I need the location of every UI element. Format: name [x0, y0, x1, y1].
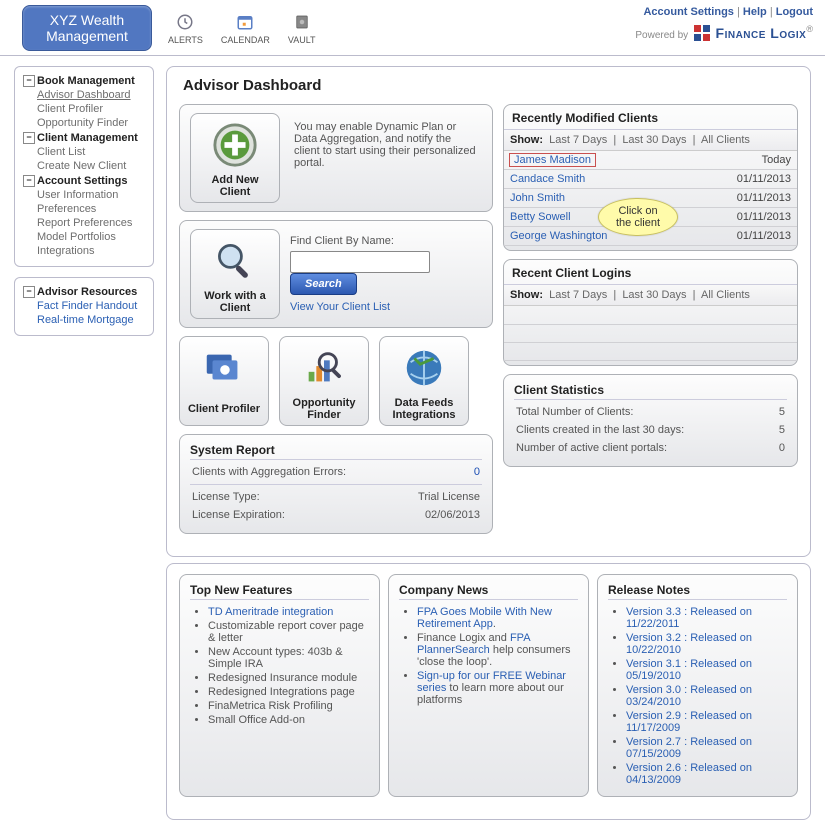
sidebar-item-report-prefs[interactable]: Report Preferences — [23, 216, 145, 230]
finance-logix-icon — [694, 25, 710, 41]
search-button[interactable]: Search — [290, 273, 357, 295]
filter-all[interactable]: All Clients — [701, 134, 750, 146]
group-account[interactable]: Account Settings — [23, 175, 145, 187]
sidebar-item-opportunity-finder[interactable]: Opportunity Finder — [23, 116, 145, 130]
client-link[interactable]: James Madison — [510, 154, 595, 166]
table-row: Candace Smith01/11/2013 — [504, 170, 797, 189]
work-with-client-card: Work with a Client Find Client By Name: … — [179, 220, 493, 328]
view-client-list-link[interactable]: View Your Client List — [290, 301, 390, 313]
group-client[interactable]: Client Management — [23, 132, 145, 144]
news-card: Company News FPA Goes Mobile With New Re… — [388, 574, 589, 797]
plus-circle-icon — [210, 120, 260, 170]
sidebar: Book Management Advisor Dashboard Client… — [0, 56, 160, 834]
nav-calendar[interactable]: CALENDAR — [221, 11, 270, 45]
feature-link[interactable]: TD Ameritrade integration — [208, 606, 333, 618]
brand-line2: Management — [43, 28, 131, 44]
bottom-panel: Top New Features TD Ameritrade integrati… — [166, 563, 811, 820]
filter-30days[interactable]: Last 30 Days — [622, 134, 686, 146]
add-new-client-tile[interactable]: Add New Client — [190, 113, 280, 203]
sidebar-item-integrations[interactable]: Integrations — [23, 244, 145, 258]
dashboard-panel: Advisor Dashboard Add New Client — [166, 66, 811, 557]
release-link[interactable]: Version 3.3 : Released on 11/22/2011 — [626, 606, 752, 630]
recent-logins-card: Recent Client Logins Show: Last 7 Days |… — [503, 259, 798, 366]
top-right: Account Settings | Help | Logout Powered… — [635, 6, 813, 41]
clock-icon — [174, 11, 196, 33]
system-report-card: System Report Clients with Aggregation E… — [179, 434, 493, 534]
sidebar-item-fact-finder[interactable]: Fact Finder Handout — [23, 299, 145, 313]
powered-by: Powered by Finance Logix® — [635, 24, 813, 41]
release-link[interactable]: Version 2.9 : Released on 11/17/2009 — [626, 710, 752, 734]
group-book[interactable]: Book Management — [23, 75, 145, 87]
logins-filter-all[interactable]: All Clients — [701, 289, 750, 301]
tile-client-profiler[interactable]: Client Profiler — [179, 336, 269, 426]
chart-magnifier-icon — [299, 343, 349, 393]
sidebar-item-advisor-dashboard[interactable]: Advisor Dashboard — [23, 88, 145, 102]
sidebar-panel-advisor: Advisor Resources Fact Finder Handout Re… — [14, 277, 154, 336]
top-nav: ALERTS CALENDAR VAULT — [168, 11, 316, 45]
link-account-settings[interactable]: Account Settings — [643, 6, 733, 18]
sidebar-panel-main: Book Management Advisor Dashboard Client… — [14, 66, 154, 267]
page-title: Advisor Dashboard — [183, 77, 798, 94]
sidebar-item-preferences[interactable]: Preferences — [23, 202, 145, 216]
link-help[interactable]: Help — [743, 6, 767, 18]
add-client-card: Add New Client You may enable Dynamic Pl… — [179, 104, 493, 212]
add-client-msg: You may enable Dynamic Plan or Data Aggr… — [290, 113, 482, 177]
nav-vault[interactable]: VAULT — [288, 11, 316, 45]
topbar: XYZ Wealth Management ALERTS CALENDAR — [0, 0, 825, 56]
release-link[interactable]: Version 2.7 : Released on 07/15/2009 — [626, 736, 752, 760]
work-with-client-tile[interactable]: Work with a Client — [190, 229, 280, 319]
client-link[interactable]: Betty Sowell — [510, 211, 571, 223]
profiler-icon — [199, 343, 249, 393]
sidebar-item-client-profiler[interactable]: Client Profiler — [23, 102, 145, 116]
client-link[interactable]: John Smith — [510, 192, 565, 204]
release-link[interactable]: Version 3.2 : Released on 10/22/2010 — [626, 632, 752, 656]
features-card: Top New Features TD Ameritrade integrati… — [179, 574, 380, 797]
annotation-bubble: Click on the client — [598, 198, 678, 236]
nav-alerts[interactable]: ALERTS — [168, 11, 203, 45]
sidebar-item-client-list[interactable]: Client List — [23, 145, 145, 159]
client-link[interactable]: Candace Smith — [510, 173, 585, 185]
client-link[interactable]: George Washington — [510, 230, 607, 242]
logins-filter-30[interactable]: Last 30 Days — [622, 289, 686, 301]
sidebar-item-create-client[interactable]: Create New Client — [23, 159, 145, 173]
release-link[interactable]: Version 3.0 : Released on 03/24/2010 — [626, 684, 752, 708]
agg-errors-link[interactable]: 0 — [474, 466, 480, 478]
globe-icon — [399, 343, 449, 393]
calendar-icon — [234, 11, 256, 33]
release-link[interactable]: Version 2.6 : Released on 04/13/2009 — [626, 762, 752, 786]
tile-data-feeds[interactable]: Data Feeds Integrations — [379, 336, 469, 426]
main: Advisor Dashboard Add New Client — [160, 56, 825, 834]
find-client-input[interactable] — [290, 251, 430, 273]
logins-filter-7[interactable]: Last 7 Days — [549, 289, 607, 301]
system-report-table: Clients with Aggregation Errors:0 — [190, 462, 482, 482]
releases-card: Release Notes Version 3.3 : Released on … — [597, 574, 798, 797]
find-label: Find Client By Name: — [290, 235, 394, 247]
brand-line1: XYZ Wealth — [43, 12, 131, 28]
magnifier-icon — [210, 236, 260, 286]
link-logout[interactable]: Logout — [776, 6, 813, 18]
sidebar-item-model-portfolios[interactable]: Model Portfolios — [23, 230, 145, 244]
release-link[interactable]: Version 3.1 : Released on 05/19/2010 — [626, 658, 752, 682]
client-stats-card: Client Statistics Total Number of Client… — [503, 374, 798, 467]
filter-7days[interactable]: Last 7 Days — [549, 134, 607, 146]
sidebar-item-mortgage[interactable]: Real-time Mortgage — [23, 313, 145, 327]
tile-opportunity-finder[interactable]: Opportunity Finder — [279, 336, 369, 426]
table-row: James MadisonToday — [504, 151, 797, 170]
action-tiles-row: Client Profiler Opportunity Finder — [179, 336, 493, 426]
sidebar-item-user-info[interactable]: User Information — [23, 188, 145, 202]
brand[interactable]: XYZ Wealth Management — [22, 5, 152, 51]
group-advisor-resources[interactable]: Advisor Resources — [23, 286, 145, 298]
vault-icon — [291, 11, 313, 33]
news-link[interactable]: FPA Goes Mobile With New Retirement App — [417, 606, 552, 630]
